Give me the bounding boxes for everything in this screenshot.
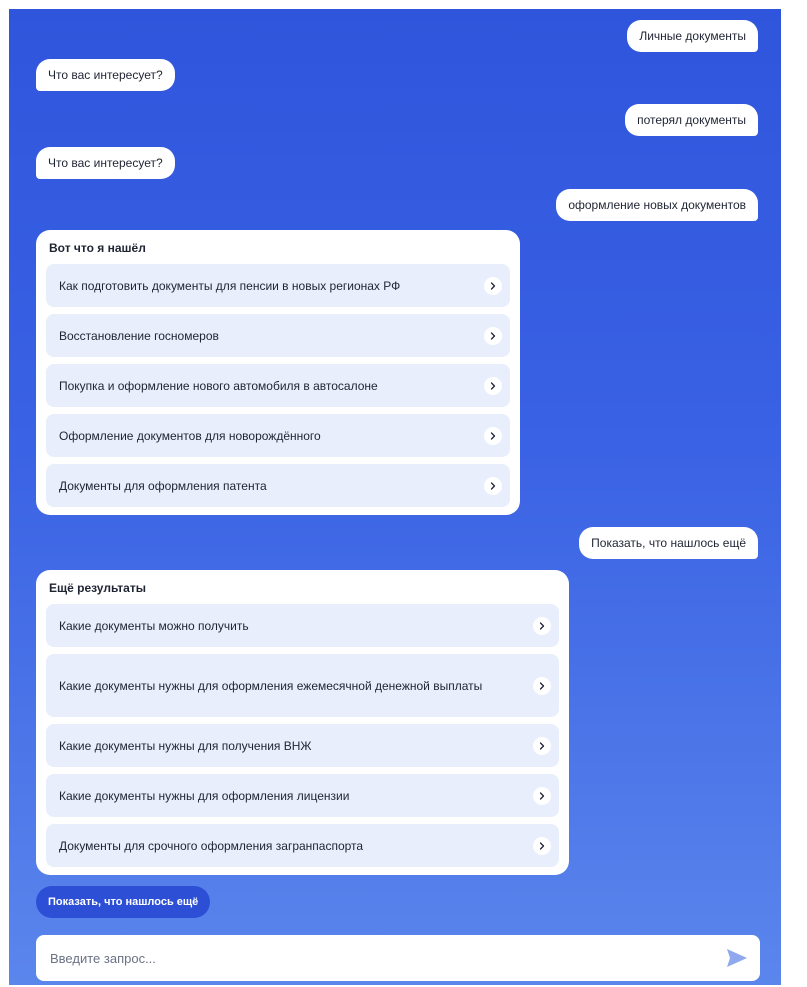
chevron-right-icon	[533, 836, 551, 855]
user-message: потерял документы	[625, 104, 758, 136]
bot-message: Что вас интересует?	[36, 59, 175, 91]
result-item[interactable]: Как подготовить документы для пенсии в н…	[46, 264, 510, 307]
result-item-label: Оформление документов для новорождённого	[59, 428, 321, 443]
result-item[interactable]: Документы для оформления патента	[46, 464, 510, 507]
more-results-card: Ещё результаты Какие документы можно пол…	[36, 570, 569, 875]
results-card: Вот что я нашёл Как подготовить документ…	[36, 230, 520, 515]
results-card-title: Вот что я нашёл	[49, 241, 146, 255]
chevron-right-icon	[484, 426, 502, 445]
result-item-label: Какие документы нужны для получения ВНЖ	[59, 738, 312, 753]
result-item[interactable]: Какие документы нужны для оформления еже…	[46, 654, 559, 717]
query-input-bar	[36, 935, 760, 981]
chevron-right-icon	[484, 276, 502, 295]
show-more-button[interactable]: Показать, что нашлось ещё	[36, 886, 211, 918]
user-message: Показать, что нашлось ещё	[579, 527, 758, 559]
chat-window: Личные документы Что вас интересует? пот…	[9, 9, 781, 985]
result-item-label: Какие документы можно получить	[59, 618, 249, 633]
result-item-label: Документы для оформления патента	[59, 478, 267, 493]
more-results-card-title: Ещё результаты	[49, 581, 146, 595]
user-message: оформление новых документов	[556, 189, 758, 221]
send-icon[interactable]	[724, 945, 750, 971]
chevron-right-icon	[484, 476, 502, 495]
result-item-label: Восстановление госномеров	[59, 328, 219, 343]
result-item[interactable]: Покупка и оформление нового автомобиля в…	[46, 364, 510, 407]
result-item[interactable]: Какие документы нужны для получения ВНЖ	[46, 724, 559, 767]
result-item[interactable]: Документы для срочного оформления загран…	[46, 824, 559, 867]
chevron-right-icon	[484, 326, 502, 345]
result-item-label: Покупка и оформление нового автомобиля в…	[59, 378, 378, 393]
result-item[interactable]: Оформление документов для новорождённого	[46, 414, 510, 457]
result-item-label: Какие документы нужны для оформления лиц…	[59, 788, 350, 803]
chevron-right-icon	[484, 376, 502, 395]
chevron-right-icon	[533, 786, 551, 805]
result-item-label: Документы для срочного оформления загран…	[59, 838, 364, 853]
chevron-right-icon	[533, 736, 551, 755]
result-item-label: Какие документы нужны для оформления еже…	[59, 678, 483, 693]
result-item[interactable]: Восстановление госномеров	[46, 314, 510, 357]
query-input[interactable]	[48, 949, 724, 967]
result-item[interactable]: Какие документы нужны для оформления лиц…	[46, 774, 559, 817]
result-item[interactable]: Какие документы можно получить	[46, 604, 559, 647]
result-item-label: Как подготовить документы для пенсии в н…	[59, 278, 401, 293]
chevron-right-icon	[533, 676, 551, 695]
bot-message: Что вас интересует?	[36, 147, 175, 179]
user-message: Личные документы	[627, 20, 758, 52]
chevron-right-icon	[533, 616, 551, 635]
